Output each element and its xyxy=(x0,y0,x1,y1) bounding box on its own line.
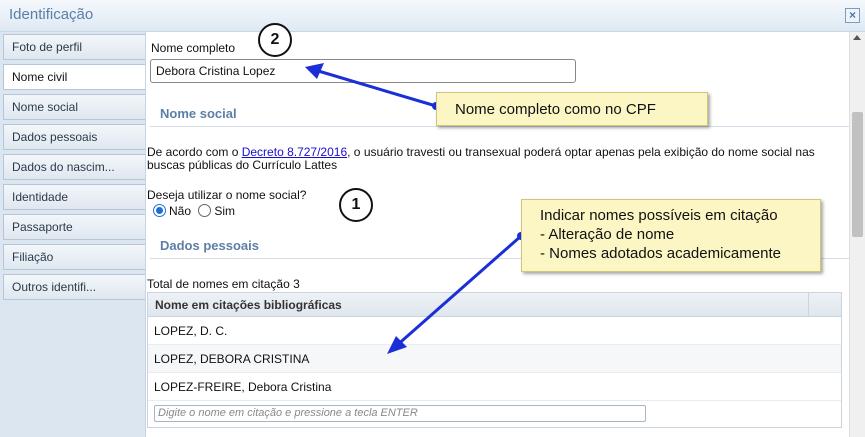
social-name-question: Deseja utilizar o nome social? xyxy=(147,188,307,202)
callout-citation-names: Indicar nomes possíveis em citação - Alt… xyxy=(521,199,821,272)
sidebar-item-nome-civil[interactable]: Nome civil xyxy=(3,64,146,90)
citation-name-input[interactable]: Digite o nome em citação e pressione a t… xyxy=(154,405,646,422)
table-row[interactable]: LOPEZ-FREIRE, Debora Cristina xyxy=(148,373,841,401)
radio-nao-label: Não xyxy=(169,204,192,218)
section-title-dados-pessoais: Dados pessoais xyxy=(160,238,259,253)
sidebar-item-passaporte[interactable]: Passaporte xyxy=(3,214,145,240)
table-row[interactable]: LOPEZ, D. C. xyxy=(148,317,841,345)
notice-prefix: De acordo com o xyxy=(147,145,242,159)
callout-line: - Nomes adotados academicamente xyxy=(540,245,781,262)
table-header: Nome em citações bibliográficas xyxy=(148,293,841,317)
window-titlebar: Identificação × xyxy=(0,0,865,32)
decree-link[interactable]: Decreto 8.727/2016 xyxy=(242,145,347,159)
step-badge-1: 1 xyxy=(339,188,373,222)
section-title-nome-social: Nome social xyxy=(160,106,237,121)
scrollbar-thumb[interactable] xyxy=(852,112,863,237)
radio-sim[interactable] xyxy=(198,204,212,217)
radio-nao[interactable] xyxy=(153,204,166,217)
section-divider xyxy=(150,126,850,127)
sidebar-item-dados-pessoais[interactable]: Dados pessoais xyxy=(3,124,145,150)
column-divider xyxy=(808,293,809,317)
scroll-up-arrow-icon[interactable] xyxy=(853,35,861,40)
full-name-input[interactable]: Debora Cristina Lopez xyxy=(150,59,576,83)
sidebar-item-identidade[interactable]: Identidade xyxy=(3,184,145,210)
sidebar-item-filiacao[interactable]: Filiação xyxy=(3,244,145,270)
column-header-citation-name: Nome em citações bibliográficas xyxy=(155,298,342,312)
sidebar-item-dados-do-nascimento[interactable]: Dados do nascim... xyxy=(3,154,145,180)
callout-line: Indicar nomes possíveis em citação xyxy=(540,207,778,224)
sidebar-item-foto-de-perfil[interactable]: Foto de perfil xyxy=(3,34,145,60)
table-row[interactable]: LOPEZ, DEBORA CRISTINA xyxy=(148,345,841,373)
callout-full-name: Nome completo como no CPF xyxy=(436,92,708,126)
sidebar: Foto de perfil Nome civil Nome social Da… xyxy=(0,32,146,437)
radio-sim-label: Sim xyxy=(214,204,236,218)
sidebar-item-outros-identificadores[interactable]: Outros identifi... xyxy=(3,274,145,300)
close-icon[interactable]: × xyxy=(845,8,860,23)
window-title: Identificação xyxy=(9,6,94,23)
callout-line: - Alteração de nome xyxy=(540,226,675,243)
citations-table: Nome em citações bibliográficas LOPEZ, D… xyxy=(147,292,842,428)
citation-input-row: Digite o nome em citação e pressione a t… xyxy=(148,401,841,427)
step-badge-2: 2 xyxy=(258,23,292,57)
social-name-radio-group: Não Sim xyxy=(153,204,239,218)
social-name-notice: De acordo com o Decreto 8.727/2016, o us… xyxy=(147,146,847,172)
full-name-label: Nome completo xyxy=(151,41,236,55)
citation-total: Total de nomes em citação 3 xyxy=(147,277,300,291)
vertical-scrollbar[interactable] xyxy=(849,32,865,437)
sidebar-item-nome-social[interactable]: Nome social xyxy=(3,94,145,120)
